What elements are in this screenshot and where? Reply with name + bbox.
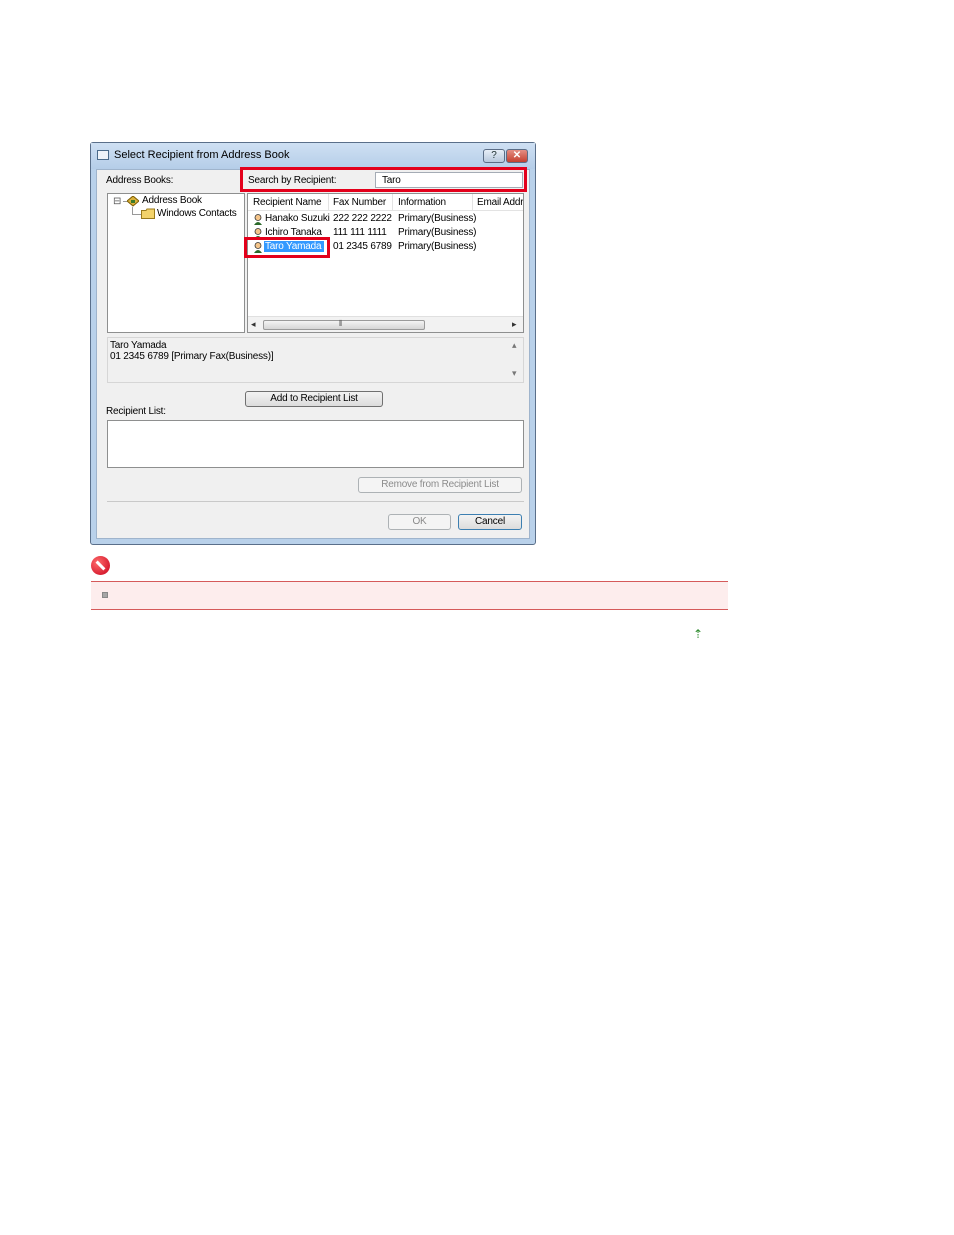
window-icon	[97, 150, 109, 160]
address-book-icon	[127, 196, 139, 207]
close-button[interactable]: ✕	[506, 149, 528, 163]
column-header-recipient-name[interactable]: Recipient Name	[253, 197, 322, 208]
dialog-title: Select Recipient from Address Book	[114, 149, 290, 161]
recipient-list-box[interactable]	[107, 420, 524, 468]
scroll-left-icon[interactable]: ◂	[251, 319, 256, 330]
scroll-down-icon[interactable]: ▾	[512, 368, 517, 379]
information: Primary(Business)	[398, 213, 477, 224]
ok-button[interactable]: OK	[388, 514, 451, 530]
important-icon-slash	[95, 560, 106, 571]
column-divider[interactable]	[392, 194, 393, 211]
important-note-box	[91, 581, 728, 610]
tree-item-address-book[interactable]: Address Book	[142, 195, 202, 206]
bullet-icon	[102, 592, 108, 598]
address-books-label: Address Books:	[106, 175, 174, 186]
remove-from-recipient-list-button[interactable]: Remove from Recipient List	[358, 477, 522, 493]
selected-recipient-highlight-box	[244, 237, 330, 258]
list-row[interactable]: Hanako Suzuki 222 222 2222 Primary(Busin…	[248, 213, 523, 226]
help-button[interactable]: ?	[483, 149, 505, 163]
column-header-email-address[interactable]: Email Addre	[477, 197, 523, 208]
dialog-body: Address Books: Search by Recipient: Taro…	[96, 167, 530, 539]
recipient-detail-box: Taro Yamada 01 2345 6789 [Primary Fax(Bu…	[107, 337, 524, 383]
fax-number: 222 222 2222	[333, 213, 392, 224]
column-header-fax-number[interactable]: Fax Number	[333, 197, 386, 208]
recipient-list-label: Recipient List:	[106, 406, 166, 417]
recipient-list-view[interactable]: Recipient Name Fax Number Information Em…	[247, 193, 524, 333]
column-divider[interactable]	[328, 194, 329, 211]
address-book-tree[interactable]: ⊟ Address Book Windows Contacts	[107, 193, 245, 333]
scrollbar-thumb[interactable]: ⦀	[263, 319, 425, 330]
tree-line	[132, 207, 133, 214]
scroll-up-icon[interactable]: ▴	[512, 340, 517, 351]
scroll-grip-icon: ⦀	[339, 319, 343, 328]
add-to-recipient-list-button[interactable]: Add to Recipient List	[245, 391, 383, 407]
detail-fax: 01 2345 6789 [Primary Fax(Business)]	[110, 351, 274, 362]
tree-item-windows-contacts[interactable]: Windows Contacts	[157, 208, 237, 219]
divider-line	[107, 501, 524, 502]
title-bar: Select Recipient from Address Book ? ✕	[91, 143, 535, 169]
recipient-name: Hanako Suzuki	[265, 213, 330, 224]
column-header-information[interactable]: Information	[398, 197, 446, 208]
important-icon	[91, 556, 110, 575]
column-divider[interactable]	[472, 194, 473, 211]
scroll-right-icon[interactable]: ▸	[512, 319, 517, 330]
detail-scrollbar[interactable]: ▴ ▾	[509, 338, 523, 382]
list-header: Recipient Name Fax Number Information Em…	[248, 194, 523, 211]
detail-name: Taro Yamada	[110, 340, 167, 351]
information: Primary(Business)	[398, 241, 477, 252]
tree-line	[132, 214, 141, 215]
fax-number: 111 111 1111	[333, 227, 387, 238]
tree-expander-icon[interactable]: ⊟	[113, 196, 121, 207]
search-highlight-box	[240, 167, 527, 192]
page-top-arrow-icon[interactable]: ⇡	[693, 627, 703, 641]
address-book-dialog: Select Recipient from Address Book ? ✕ A…	[90, 142, 536, 545]
cancel-button[interactable]: Cancel	[458, 514, 522, 530]
fax-number: 01 2345 6789	[333, 241, 392, 252]
folder-icon	[141, 208, 155, 219]
contact-icon	[254, 214, 262, 225]
information: Primary(Business)	[398, 227, 477, 238]
horizontal-scrollbar[interactable]: ◂ ⦀ ▸	[248, 316, 523, 332]
